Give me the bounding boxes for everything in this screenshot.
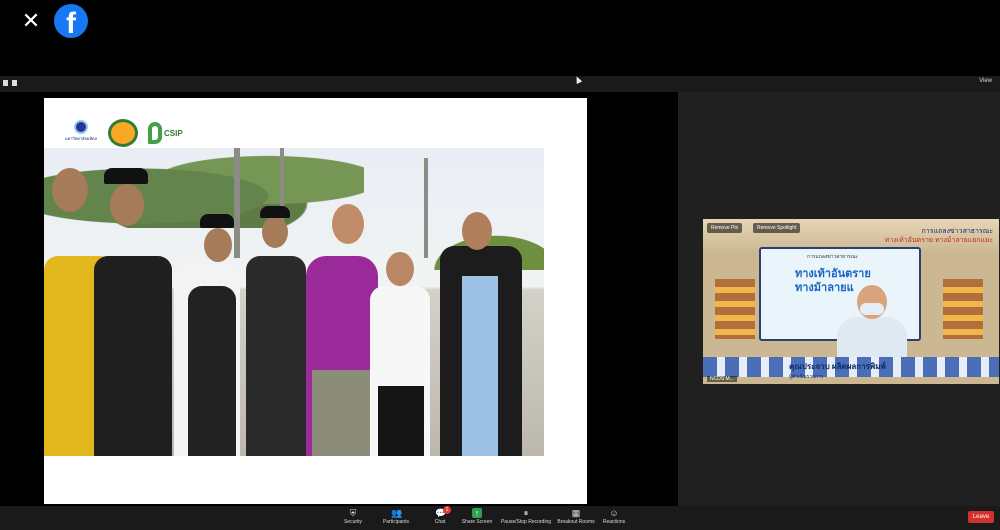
person-head [110, 184, 144, 226]
leave-button[interactable]: Leave [968, 511, 994, 523]
presenter-lower-third: คุณประจวบ ผลิตผลการพิมพ์ ผู้ดำเนินรายการ [789, 362, 886, 380]
participant-video-thumbnail[interactable]: Remove Pin Remove Spotlight การแถลงข่าวส… [703, 219, 999, 384]
person-figure [246, 256, 306, 456]
person-head [462, 212, 492, 250]
participants-icon: 👥 [391, 508, 403, 518]
shelf-right [943, 279, 983, 339]
reactions-icon: ☺ [609, 508, 619, 518]
photo-pole [424, 158, 428, 258]
person-cap [200, 214, 234, 228]
person-head [52, 168, 88, 212]
person-head [262, 216, 288, 248]
person-head [204, 228, 232, 262]
recording-icon: ⏸ [523, 508, 529, 518]
shared-slide: มหาวิทยาลัยมหิดล CSIP [44, 98, 587, 504]
person-head [386, 252, 414, 286]
seal-logo [108, 119, 138, 147]
csip-logo: CSIP [148, 122, 183, 144]
encryption-icon[interactable] [12, 80, 17, 86]
slide-logos: มหาวิทยาลัยมหิดล CSIP [64, 118, 183, 148]
person-trousers [312, 370, 372, 456]
reactions-button[interactable]: ☺ Reactions [586, 508, 642, 525]
presenter-figure [827, 285, 917, 357]
face-mask [860, 303, 884, 315]
person-head [332, 204, 364, 244]
person-shirt [462, 276, 498, 456]
remove-spotlight-button[interactable]: Remove Spotlight [753, 223, 801, 233]
meeting-info-icon[interactable] [3, 80, 8, 86]
person-vest [188, 286, 236, 456]
share-screen-icon: ↑ [472, 508, 482, 518]
person-cap [260, 206, 290, 218]
shelf-left [715, 279, 755, 339]
facebook-viewer-bar: ✕ f [0, 0, 1000, 44]
shield-icon: ⛨ [349, 508, 357, 518]
participant-name-label: NCDS M... [707, 376, 737, 382]
share-screen-button[interactable]: ↑ Share Screen [449, 508, 505, 525]
meeting-toolbar: ⛨ Security 👥 Participants 💬 1 Chat ↑ Sha… [0, 506, 1000, 530]
facebook-logo-icon[interactable]: f [54, 4, 88, 38]
mahidol-logo: มหาวิทยาลัยมหิดล [64, 120, 98, 146]
slide-photo [44, 148, 544, 456]
recording-button[interactable]: ⏸ Pause/Stop Recording [498, 508, 554, 525]
remove-pin-button[interactable]: Remove Pin [707, 223, 743, 233]
person-cap [104, 168, 148, 184]
person-figure [94, 256, 172, 456]
close-icon[interactable]: ✕ [20, 10, 42, 32]
person-trousers [378, 386, 424, 456]
zoom-top-bar: View [0, 76, 1000, 92]
thumbnail-title: การแถลงข่าวสาธารณะ ทางเท้าอันตราย ทางม้า… [884, 228, 993, 244]
photo-pole [234, 148, 240, 258]
breakout-icon: ▦ [571, 508, 581, 518]
view-button[interactable]: View [979, 78, 992, 84]
